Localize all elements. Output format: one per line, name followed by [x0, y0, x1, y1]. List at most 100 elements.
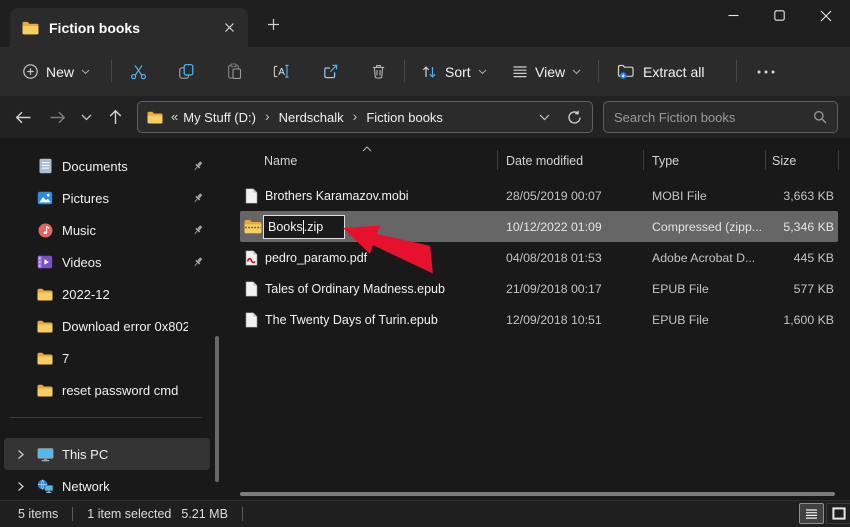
folder-icon	[36, 384, 54, 397]
large-icons-view-button[interactable]	[826, 503, 850, 524]
column-header-type[interactable]: Type	[643, 154, 765, 168]
column-header-size[interactable]: Size	[765, 154, 838, 168]
item-count: 5 items	[18, 507, 58, 521]
share-button[interactable]	[314, 56, 346, 87]
folder-icon	[36, 288, 54, 301]
extract-all-button[interactable]: Extract all	[608, 56, 713, 87]
sidebar-item-reset-password-cmd[interactable]: reset password cmd	[4, 374, 210, 406]
chevron-down-icon	[478, 69, 487, 75]
expand-chevron-icon[interactable]	[4, 449, 36, 460]
scissors-icon	[130, 63, 147, 80]
file-row-twenty-days-of-turin[interactable]: The Twenty Days of Turin.epub 12/09/2018…	[240, 304, 838, 335]
column-divider[interactable]	[497, 150, 498, 170]
sort-button[interactable]: Sort	[412, 56, 496, 87]
column-divider[interactable]	[765, 150, 766, 170]
file-type: MOBI File	[643, 189, 765, 203]
search-box[interactable]	[603, 101, 838, 133]
breadcrumb-separator[interactable]: ›	[259, 108, 276, 126]
pin-icon	[188, 192, 208, 204]
details-view-button[interactable]	[799, 503, 824, 524]
tab-close-icon[interactable]	[218, 17, 240, 39]
rename-textbox[interactable]: Books .zip	[263, 215, 345, 239]
new-tab-button[interactable]	[262, 13, 284, 35]
sort-arrows-icon	[421, 64, 438, 80]
sidebar-item-7[interactable]: 7	[4, 342, 210, 374]
sidebar-item-videos[interactable]: Videos	[4, 246, 210, 278]
file-row-books-zip-selected[interactable]: Books .zip 10/12/2022 01:09 Compressed (…	[240, 211, 838, 242]
new-button-label: New	[46, 64, 74, 80]
search-input[interactable]	[614, 110, 813, 125]
sidebar-item-music[interactable]: Music	[4, 214, 210, 246]
pin-icon	[188, 160, 208, 172]
forward-arrow-icon	[49, 110, 66, 125]
file-row-pedro-paramo[interactable]: pedro_paramo.pdf 04/08/2018 01:53 Adobe …	[240, 242, 838, 273]
breadcrumb-item-drive[interactable]: My Stuff (D:)	[180, 108, 259, 127]
breadcrumb-overflow[interactable]: «	[171, 109, 178, 124]
file-type: Compressed (zipp...	[643, 220, 765, 234]
pin-icon	[188, 224, 208, 236]
command-bar: New A	[0, 47, 850, 96]
file-size: 1,600 KB	[765, 313, 838, 327]
file-size: 5,346 KB	[765, 220, 838, 234]
search-icon[interactable]	[813, 110, 827, 124]
file-date: 04/08/2018 01:53	[497, 251, 643, 265]
breadcrumb-separator[interactable]: ›	[347, 108, 364, 126]
back-arrow-icon	[15, 110, 32, 125]
column-divider[interactable]	[838, 150, 839, 170]
refresh-icon	[567, 110, 582, 125]
paste-button[interactable]	[218, 56, 250, 87]
file-date: 12/09/2018 10:51	[497, 313, 643, 327]
breadcrumb-item-nerdschalk[interactable]: Nerdschalk	[276, 108, 347, 127]
sidebar-item-documents[interactable]: Documents	[4, 150, 210, 182]
new-button[interactable]: New	[13, 56, 99, 87]
breadcrumb-item-fiction-books[interactable]: Fiction books	[363, 108, 446, 127]
see-more-button[interactable]	[748, 56, 784, 87]
rename-button[interactable]: A	[266, 56, 298, 87]
sidebar-scrollbar[interactable]	[215, 336, 219, 482]
this-pc-icon	[36, 447, 54, 462]
sidebar-item-2022-12[interactable]: 2022-12	[4, 278, 210, 310]
clipboard-icon	[226, 63, 243, 80]
file-type: EPUB File	[643, 313, 765, 327]
delete-button[interactable]	[362, 56, 394, 87]
tab-title: Fiction books	[49, 20, 218, 36]
column-header-name[interactable]: Name	[240, 154, 497, 168]
column-headers: Name Date modified Type Size	[240, 146, 838, 176]
address-bar[interactable]: « My Stuff (D:) › Nerdschalk › Fiction b…	[137, 101, 593, 133]
view-button[interactable]: View	[503, 56, 590, 87]
forward-button[interactable]	[43, 103, 71, 131]
column-divider[interactable]	[643, 150, 644, 170]
chevron-down-icon	[81, 114, 92, 121]
pdf-file-icon	[245, 250, 258, 266]
title-bar: Fiction books	[0, 0, 850, 47]
recent-locations-button[interactable]	[74, 103, 98, 131]
file-icon	[245, 312, 258, 328]
cut-button[interactable]	[122, 56, 154, 87]
horizontal-scrollbar[interactable]	[240, 492, 835, 496]
back-button[interactable]	[9, 103, 37, 131]
sidebar-item-network[interactable]: Network	[4, 470, 210, 502]
navigation-bar: « My Stuff (D:) › Nerdschalk › Fiction b…	[0, 96, 850, 138]
address-dropdown-button[interactable]	[539, 114, 550, 121]
status-divider	[72, 507, 73, 521]
column-header-date-modified[interactable]: Date modified	[497, 154, 643, 168]
sidebar-item-pictures[interactable]: Pictures	[4, 182, 210, 214]
file-row-tales-of-ordinary-madness[interactable]: Tales of Ordinary Madness.epub 21/09/201…	[240, 273, 838, 304]
minimize-button[interactable]	[711, 0, 756, 31]
sidebar-item-this-pc[interactable]: This PC	[4, 438, 210, 470]
sidebar-separator	[10, 417, 202, 418]
close-window-button[interactable]	[803, 0, 848, 31]
sidebar-item-download-error[interactable]: Download error 0x80248007	[4, 310, 210, 342]
toolbar-divider	[111, 60, 112, 82]
refresh-button[interactable]	[567, 110, 582, 125]
trash-icon	[370, 63, 387, 80]
sort-button-label: Sort	[445, 64, 471, 80]
up-button[interactable]	[101, 103, 129, 131]
file-size: 577 KB	[765, 282, 838, 296]
tab-fiction-books[interactable]: Fiction books	[10, 8, 248, 47]
expand-chevron-icon[interactable]	[4, 481, 36, 492]
content-area: Documents Pictures M	[0, 138, 850, 500]
copy-button[interactable]	[170, 56, 202, 87]
maximize-button[interactable]	[757, 0, 802, 31]
file-row-brothers-karamazov[interactable]: Brothers Karamazov.mobi 28/05/2019 00:07…	[240, 180, 838, 211]
